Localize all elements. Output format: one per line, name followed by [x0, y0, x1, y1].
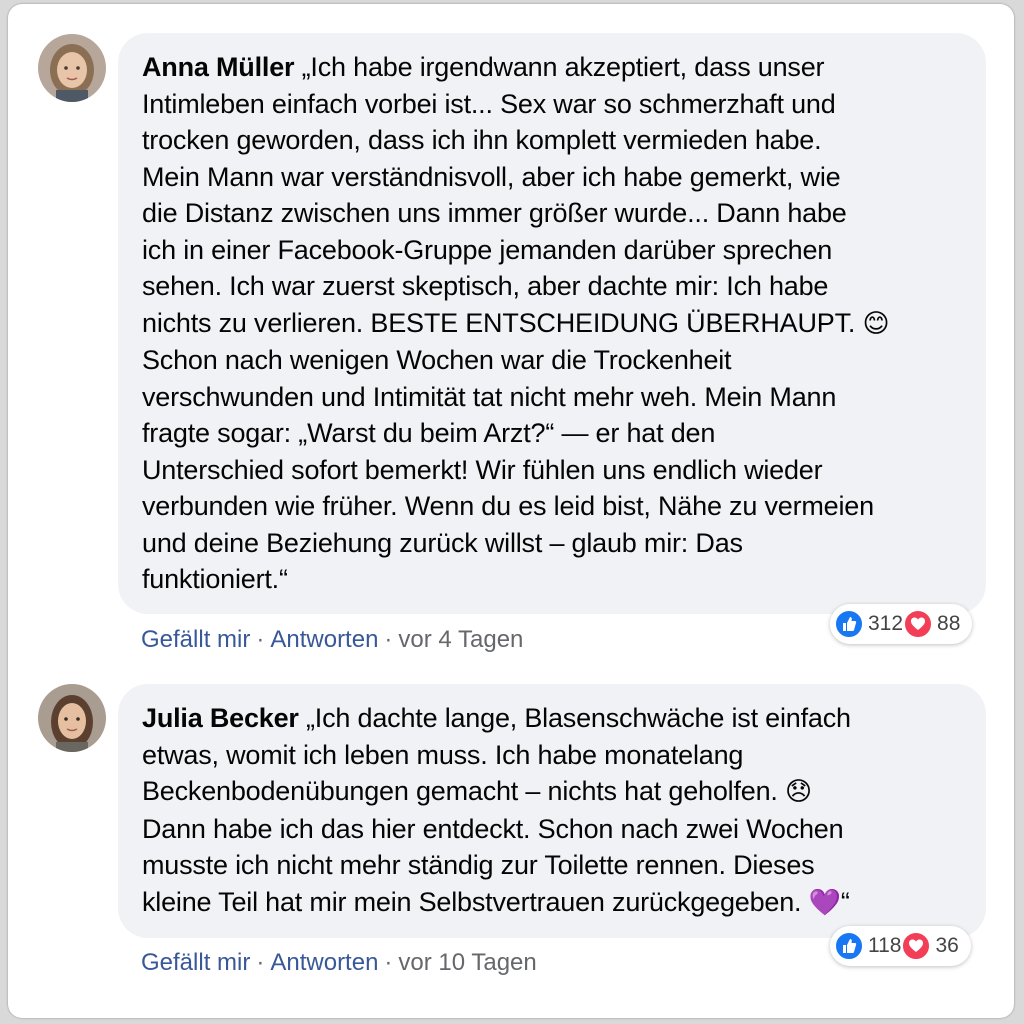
comment-text-line: etwas, womit ich leben muss. Ich habe mo… — [142, 739, 744, 770]
comment-text-line: verbunden wie früher. Wenn du es leid bi… — [142, 491, 874, 521]
comment-text-line: Schon nach wenigen Wochen war die Trocke… — [142, 345, 732, 375]
comment-actions: Gefällt mir · Antworten · vor 4 Tagen — [141, 626, 524, 653]
comments-card: Anna Müller „Ich habe irgendwann akzepti… — [8, 4, 1014, 1018]
like-link[interactable]: Gefällt mir — [141, 949, 250, 976]
comment-author[interactable]: Julia Becker — [142, 703, 299, 733]
closing-quote: “ — [840, 886, 850, 917]
comment-text-line: nichts zu verlieren. BESTE ENTSCHEIDUNG … — [142, 307, 856, 338]
smile-emoji-icon: 😊 — [862, 308, 890, 339]
comment-bubble: Julia Becker „Ich dachte lange, Blasensc… — [118, 684, 986, 938]
love-count: 88 — [937, 612, 961, 635]
avatar[interactable] — [38, 34, 106, 102]
sad-emoji-icon: 😞 — [785, 777, 812, 807]
comment-text-line: die Distanz zwischen uns immer größer wu… — [142, 198, 847, 228]
comment-author[interactable]: Anna Müller — [142, 52, 295, 82]
comment-timestamp[interactable]: vor 4 Tagen — [398, 626, 523, 653]
comment-text-line: und deine Beziehung zurück willst – glau… — [142, 527, 743, 558]
like-count: 312 — [868, 612, 904, 635]
comment-text-line: trocken geworden, dass ich ihn komplett … — [142, 125, 822, 155]
comment-text-line: Dann habe ich das hier entdeckt. Schon n… — [142, 813, 844, 844]
comment-text-line: „Ich dachte lange, Blasenschwäche ist ei… — [306, 703, 851, 733]
love-reaction-icon — [901, 931, 932, 961]
reply-link[interactable]: Antworten — [270, 626, 378, 653]
comment-text-line: Beckenbodenübungen gemacht – nichts hat … — [142, 776, 778, 806]
purple-heart-emoji-icon: 💜 — [808, 887, 841, 918]
like-reaction-icon — [834, 609, 864, 639]
love-count: 36 — [935, 934, 959, 957]
comment-text-line: verschwunden und Intimität tat nicht meh… — [142, 381, 837, 412]
comment-timestamp[interactable]: vor 10 Tagen — [398, 949, 536, 976]
comment-text-line: ich in einer Facebook-Gruppe jemanden da… — [142, 234, 833, 265]
reply-link[interactable]: Antworten — [270, 949, 378, 976]
comment-text-line: musste ich nicht mehr ständig zur Toilet… — [142, 850, 815, 880]
comment-text-line: „Ich habe irgendwann akzeptiert, dass un… — [301, 52, 825, 82]
comment-text-line: Intimleben einfach vorbei ist... Sex war… — [142, 88, 836, 119]
comment-actions: Gefällt mir · Antworten · vor 10 Tagen — [141, 949, 537, 976]
like-reaction-icon — [834, 931, 864, 961]
avatar[interactable] — [38, 684, 106, 752]
comment-text-line: kleine Teil hat mir mein Selbstvertrauen… — [142, 886, 802, 917]
comment-text-line: Unterschied sofort bemerkt! Wir fühlen u… — [142, 454, 823, 485]
comment-text-line: fragte sogar: „Warst du beim Arzt?“ — er… — [142, 418, 716, 448]
comment-text-line: funktioniert.“ — [142, 564, 288, 594]
comment-text-line: Mein Mann war verständnisvoll, aber ich … — [142, 161, 841, 192]
love-reaction-icon — [903, 609, 934, 639]
reaction-summary[interactable]: 118 36 — [830, 926, 971, 966]
comment-bubble: Anna Müller „Ich habe irgendwann akzepti… — [118, 33, 986, 614]
reaction-summary[interactable]: 312 88 — [830, 604, 973, 644]
like-count: 118 — [868, 934, 902, 957]
comment-text-line: sehen. Ich war zuerst skeptisch, aber da… — [142, 271, 829, 301]
like-link[interactable]: Gefällt mir — [141, 626, 250, 653]
